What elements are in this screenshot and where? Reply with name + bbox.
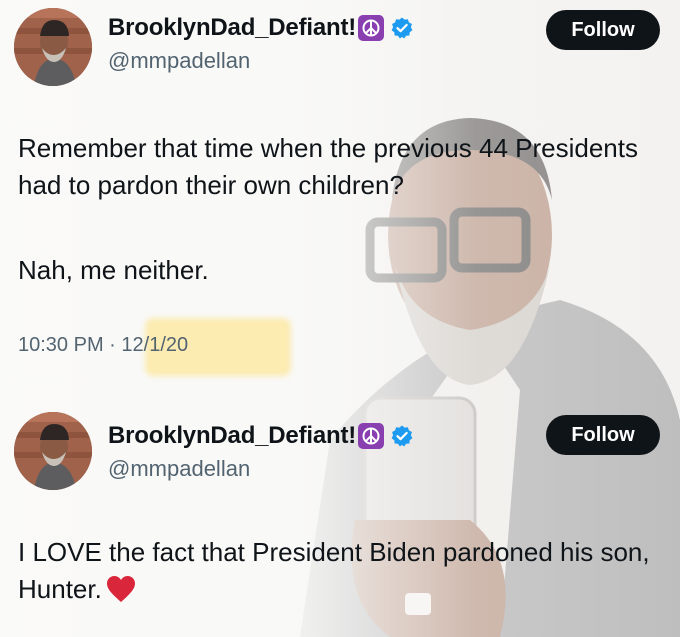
tweet-timestamp[interactable]: 10:30 PM · 12/1/20 <box>18 334 188 357</box>
avatar[interactable] <box>14 412 92 490</box>
author-display-name[interactable]: BrooklynDad_Defiant! <box>108 422 356 450</box>
follow-button[interactable]: Follow <box>546 10 660 50</box>
tweet-date: 12/1/20 <box>121 334 189 356</box>
avatar-photo <box>14 8 92 86</box>
tweet-text-paragraph: Remember that time when the previous 44 … <box>18 133 638 200</box>
peace-symbol-icon <box>358 15 385 41</box>
follow-button[interactable]: Follow <box>546 415 660 455</box>
tweet-time: 10:30 PM <box>18 334 104 356</box>
peace-symbol-icon <box>358 423 385 449</box>
tweet-card-2: BrooklynDad_Defiant! @mmpadellan Follow … <box>0 400 680 637</box>
avatar-photo <box>14 412 92 490</box>
verified-badge-icon[interactable] <box>390 16 414 40</box>
tweet-card-1: BrooklynDad_Defiant! @mmpadellan Follow … <box>0 0 680 395</box>
red-heart-icon <box>106 575 136 603</box>
tweet-text-paragraph: Nah, me neither. <box>18 255 209 285</box>
tweet-text-paragraph: I LOVE the fact that President Biden par… <box>18 534 660 608</box>
meta-separator: · <box>109 334 116 356</box>
author-handle[interactable]: @mmpadellan <box>108 456 250 482</box>
author-display-name[interactable]: BrooklynDad_Defiant! <box>108 14 356 42</box>
verified-badge-icon[interactable] <box>390 424 414 448</box>
author-name-row[interactable]: BrooklynDad_Defiant! <box>108 422 414 450</box>
avatar[interactable] <box>14 8 92 86</box>
author-handle[interactable]: @mmpadellan <box>108 48 250 74</box>
author-name-row[interactable]: BrooklynDad_Defiant! <box>108 14 414 42</box>
